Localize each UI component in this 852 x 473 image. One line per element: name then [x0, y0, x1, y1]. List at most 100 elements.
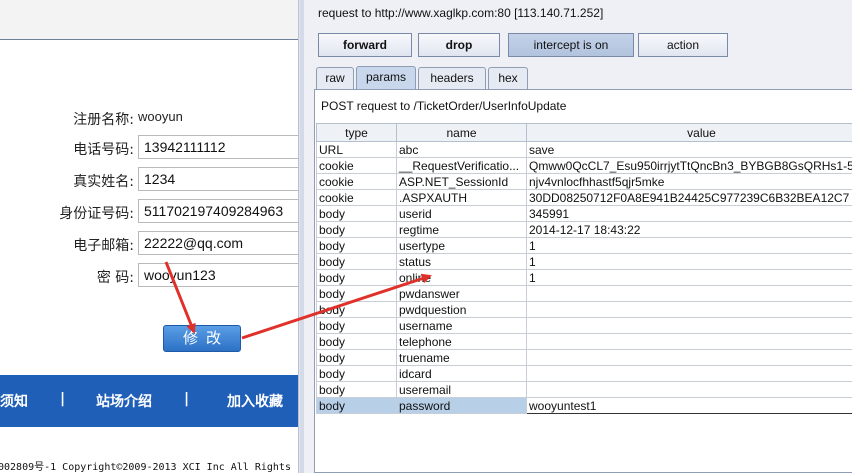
param-value-cell[interactable]: 345991	[526, 205, 852, 222]
password-input[interactable]: wooyun123	[138, 263, 300, 287]
param-row-pwdanswer[interactable]: body pwdanswer	[316, 285, 852, 302]
phone-label: 电话号码:	[73, 142, 134, 158]
param-value-cell[interactable]	[526, 349, 852, 366]
param-type-cell: cookie	[316, 189, 397, 206]
drop-button[interactable]: drop	[418, 33, 500, 57]
param-value-cell[interactable]: 1	[526, 269, 852, 286]
param-name-cell: status	[396, 253, 527, 270]
password-label: 密 码:	[96, 270, 134, 286]
param-value-cell[interactable]: 2014-12-17 18:43:22	[526, 221, 852, 238]
param-value-cell[interactable]	[526, 317, 852, 334]
param-type-cell: cookie	[316, 173, 397, 190]
param-type-cell: body	[316, 365, 397, 382]
param-name-cell: useremail	[396, 381, 527, 398]
tab-hex[interactable]: hex	[488, 67, 528, 89]
column-header-name[interactable]: name	[396, 123, 527, 142]
param-type-cell: body	[316, 317, 397, 334]
param-name-cell: username	[396, 317, 527, 334]
param-row-pwdquestion[interactable]: body pwdquestion	[316, 301, 852, 318]
request-method-line: POST request to /TicketOrder/UserInfoUpd…	[321, 99, 567, 113]
nav-bookmark-link[interactable]: 加入收藏	[227, 391, 283, 411]
param-row--aspxauth[interactable]: cookie .ASPXAUTH 30DD08250712F0A8E941B2442…	[316, 189, 852, 206]
param-name-cell: abc	[396, 141, 527, 158]
params-table-header: type name value	[316, 123, 852, 142]
idcard-label: 身份证号码:	[59, 206, 134, 222]
param-type-cell: body	[316, 349, 397, 366]
param-name-cell: idcard	[396, 365, 527, 382]
param-name-cell: online	[396, 269, 527, 286]
modify-button[interactable]: 修改	[163, 325, 241, 352]
param-row-useremail[interactable]: body useremail	[316, 381, 852, 398]
form-row-idcard: 身份证号码: 511702197409284963	[0, 199, 300, 223]
param-value-cell[interactable]	[526, 365, 852, 382]
param-type-cell: body	[316, 205, 397, 222]
email-label: 电子邮箱:	[73, 238, 134, 254]
footer-navbar: 须知 | 站场介绍 | 加入收藏	[0, 375, 300, 427]
param-value-cell[interactable]: 1	[526, 237, 852, 254]
param-value-cell[interactable]: njv4vnlocfhhastf5qjr5mke	[526, 173, 852, 190]
realname-input[interactable]: 1234	[138, 167, 300, 191]
param-row-truename[interactable]: body truename	[316, 349, 852, 366]
tab-raw[interactable]: raw	[316, 67, 354, 89]
idcard-input[interactable]: 511702197409284963	[138, 199, 300, 223]
proxy-intercept-panel: request to http://www.xaglkp.com:80 [113…	[300, 0, 852, 473]
param-row-asp-net-sessionid[interactable]: cookie ASP.NET_SessionId njv4vnlocfhhastf5…	[316, 173, 852, 190]
param-row-online[interactable]: body online 1	[316, 269, 852, 286]
param-name-cell: pwdquestion	[396, 301, 527, 318]
param-value-cell[interactable]: save	[526, 141, 852, 158]
param-value-cell[interactable]: Qmww0QcCL7_Esu950irrjytTtQncBn3_BYBGB8Gs…	[526, 157, 852, 174]
params-content-area: POST request to /TicketOrder/UserInfoUpd…	[314, 89, 852, 473]
param-row-password[interactable]: body password wooyuntest1	[316, 397, 852, 414]
param-row-username[interactable]: body username	[316, 317, 852, 334]
nav-notice-link[interactable]: 须知	[0, 391, 28, 411]
param-value-cell[interactable]: 1	[526, 253, 852, 270]
param-name-cell: regtime	[396, 221, 527, 238]
param-row-status[interactable]: body status 1	[316, 253, 852, 270]
param-name-cell: telephone	[396, 333, 527, 350]
param-name-cell: .ASPXAUTH	[396, 189, 527, 206]
param-type-cell: body	[316, 381, 397, 398]
param-value-cell[interactable]: wooyuntest1	[526, 397, 852, 414]
web-page: 注册名称: wooyun 电话号码: 13942111112 真实姓名: 123…	[0, 0, 300, 473]
param-name-cell: userid	[396, 205, 527, 222]
form-row-username: 注册名称: wooyun	[0, 105, 300, 129]
nav-station-intro-link[interactable]: 站场介绍	[96, 391, 152, 411]
param-type-cell: body	[316, 269, 397, 286]
param-type-cell: body	[316, 253, 397, 270]
intercept-toggle-button[interactable]: intercept is on	[508, 33, 634, 57]
param-type-cell: body	[316, 221, 397, 238]
form-row-password: 密 码: wooyun123	[0, 263, 300, 287]
nav-separator: |	[184, 391, 190, 407]
param-name-cell: __RequestVerificatio...	[396, 157, 527, 174]
param-row-usertype[interactable]: body usertype 1	[316, 237, 852, 254]
forward-button[interactable]: forward	[318, 33, 412, 57]
column-header-value[interactable]: value	[526, 123, 852, 142]
tab-headers[interactable]: headers	[418, 67, 486, 89]
param-row-userid[interactable]: body userid 345991	[316, 205, 852, 222]
column-header-type[interactable]: type	[316, 123, 397, 142]
form-row-realname: 真实姓名: 1234	[0, 167, 300, 191]
form-row-email: 电子邮箱: 22222@qq.com	[0, 231, 300, 255]
param-name-cell: password	[396, 397, 527, 414]
param-row-regtime[interactable]: body regtime 2014-12-17 18:43:22	[316, 221, 852, 238]
param-row-idcard[interactable]: body idcard	[316, 365, 852, 382]
param-type-cell: cookie	[316, 157, 397, 174]
param-row--requestverificatio-[interactable]: cookie __RequestVerificatio... Qmww0QcCL7_…	[316, 157, 852, 174]
param-value-cell[interactable]	[526, 301, 852, 318]
phone-input[interactable]: 13942111112	[138, 135, 300, 159]
param-value-cell[interactable]	[526, 381, 852, 398]
request-target-info: request to http://www.xaglkp.com:80 [113…	[318, 6, 604, 20]
param-row-telephone[interactable]: body telephone	[316, 333, 852, 350]
param-type-cell: body	[316, 285, 397, 302]
param-name-cell: usertype	[396, 237, 527, 254]
param-value-cell[interactable]	[526, 285, 852, 302]
param-value-cell[interactable]: 30DD08250712F0A8E941B24425C977239C6B32BE…	[526, 189, 852, 206]
action-button[interactable]: action	[638, 33, 728, 57]
param-value-cell[interactable]	[526, 333, 852, 350]
form-row-phone: 电话号码: 13942111112	[0, 135, 300, 159]
param-row-abc[interactable]: URL abc save	[316, 141, 852, 158]
nav-separator: |	[60, 391, 66, 407]
page-header-band	[0, 0, 300, 40]
email-input[interactable]: 22222@qq.com	[138, 231, 300, 255]
tab-params[interactable]: params	[356, 66, 416, 90]
